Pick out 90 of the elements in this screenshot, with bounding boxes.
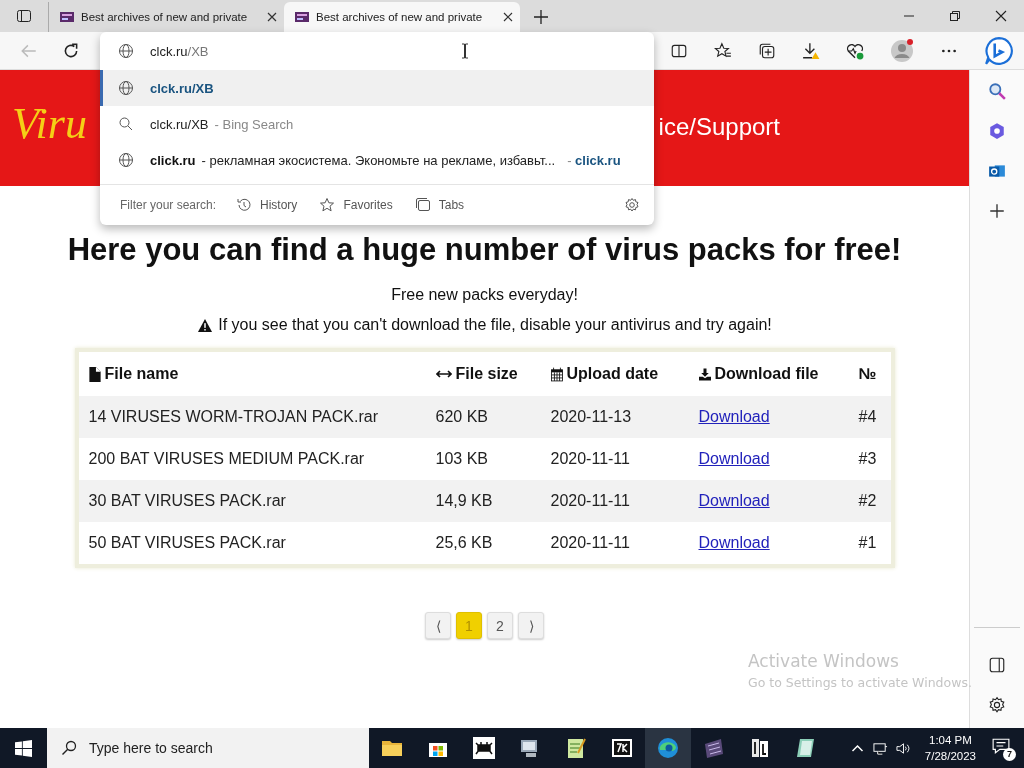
nav-link[interactable]: ice/Support xyxy=(658,113,780,141)
subheading: Free new packs everyday! xyxy=(391,286,578,304)
suggestion-item[interactable]: clck.ru/XB xyxy=(100,70,654,106)
mail-icon[interactable] xyxy=(988,162,1006,180)
search-icon xyxy=(61,740,77,756)
table-cell: 2020-11-13 xyxy=(550,408,632,426)
download-warning-icon[interactable] xyxy=(802,41,820,60)
settings-icon[interactable] xyxy=(988,696,1006,714)
settings-icon[interactable] xyxy=(624,197,640,213)
column-header: Upload date xyxy=(566,365,659,383)
close-icon[interactable] xyxy=(995,10,1007,22)
tabs-icon xyxy=(414,197,431,213)
network-icon[interactable] xyxy=(872,740,888,756)
site-logo: Viru xyxy=(12,97,87,149)
table-cell: 620 KB xyxy=(435,408,488,426)
table-cell: 200 BAT VIRUSES MEDIUM PACK.rar xyxy=(88,450,365,468)
table-cell: 2020-11-11 xyxy=(550,534,630,552)
favorites-icon[interactable] xyxy=(714,41,732,60)
next-page-button[interactable]: ⟩ xyxy=(518,612,544,639)
filter-option[interactable]: History xyxy=(236,197,298,213)
clock-time[interactable]: 1:04 PM xyxy=(929,732,972,748)
table-cell: #3 xyxy=(858,450,877,468)
reload-icon[interactable] xyxy=(62,41,80,60)
warning-text: If you see that you can't download the file, disable your antivirus and try again! xyxy=(218,316,772,334)
activation-text: Go to Settings to activate Windows. xyxy=(748,675,972,690)
text-cursor-icon xyxy=(460,43,469,59)
suggestion-item[interactable]: click.ru - рекламная экосистема. Экономьте на рекламе, избавьт... - click.ru xyxy=(100,142,654,178)
history-icon xyxy=(236,197,253,213)
table-cell: #2 xyxy=(858,492,877,510)
chat-icon[interactable] xyxy=(984,35,1014,66)
favicon-icon xyxy=(294,9,310,25)
globe-icon xyxy=(118,152,134,168)
tab-actions-icon[interactable] xyxy=(16,8,32,24)
download-link[interactable]: Download xyxy=(698,492,770,510)
search-icon[interactable] xyxy=(988,82,1006,100)
table-cell: 2020-11-11 xyxy=(550,492,630,510)
activation-title: Activate Windows xyxy=(748,651,900,671)
notifications-icon[interactable] xyxy=(992,737,1010,755)
filter-option[interactable]: Tabs xyxy=(414,197,465,213)
clock-date[interactable]: 7/28/2023 xyxy=(924,748,976,764)
table-cell: #4 xyxy=(858,408,877,426)
globe-icon xyxy=(118,80,134,96)
download-link[interactable]: Download xyxy=(698,534,770,552)
star-icon xyxy=(319,197,336,213)
notification-count-badge: 7 xyxy=(1003,748,1016,761)
download-link[interactable]: Download xyxy=(698,408,770,426)
table-cell: 50 BAT VIRUSES PACK.rar xyxy=(88,534,286,552)
sidebar-toggle-icon[interactable] xyxy=(988,656,1006,674)
table-cell: 2020-11-11 xyxy=(550,450,630,468)
filter-option[interactable]: Favorites xyxy=(319,197,393,213)
table-cell: 14 VIRUSES WORM-TROJAN PACK.rar xyxy=(88,408,378,426)
download-icon xyxy=(698,366,711,382)
taskbar-search-field[interactable]: Type here to search xyxy=(47,728,369,768)
add-icon[interactable] xyxy=(988,202,1006,220)
start-icon[interactable] xyxy=(15,739,32,757)
globe-icon xyxy=(118,43,134,59)
table-cell: #1 xyxy=(858,534,877,552)
search-icon xyxy=(118,116,134,132)
column-header: № xyxy=(858,365,877,383)
warning-icon xyxy=(197,317,214,333)
download-link[interactable]: Download xyxy=(698,450,770,468)
bug-icon[interactable] xyxy=(472,736,496,760)
filter-label: Filter your search: xyxy=(120,198,217,212)
column-header: File size xyxy=(455,365,518,383)
volume-icon[interactable] xyxy=(895,740,911,756)
new-tab-icon[interactable] xyxy=(534,10,548,24)
archive-icon[interactable] xyxy=(610,736,634,760)
calendar-icon xyxy=(550,366,563,382)
browser-tab[interactable]: Best archives of new and private xyxy=(284,2,520,32)
restore-icon[interactable] xyxy=(949,10,961,22)
collections-icon[interactable] xyxy=(758,41,776,60)
hexagon-logo-icon[interactable] xyxy=(988,122,1006,140)
suggestion-item[interactable]: clck.ru/XB - Bing Search xyxy=(100,106,654,142)
horizontal-arrows-icon xyxy=(435,369,452,379)
table-cell: 14,9 KB xyxy=(435,492,493,510)
table-cell: 30 BAT VIRUSES PACK.rar xyxy=(88,492,286,510)
browser-icon[interactable] xyxy=(656,736,680,760)
column-header: File name xyxy=(104,365,179,383)
favicon-icon xyxy=(59,9,75,25)
page-button[interactable]: 2 xyxy=(487,612,513,639)
table-cell: 25,6 KB xyxy=(435,534,493,552)
file-icon xyxy=(88,366,101,382)
profile-avatar-icon[interactable] xyxy=(890,38,914,63)
close-icon[interactable] xyxy=(503,12,513,22)
heart-pulse-icon[interactable] xyxy=(846,41,864,60)
column-header: Download file xyxy=(714,365,819,383)
page-heading: Here you can find a huge number of virus packs for free! xyxy=(67,232,902,268)
previous-page-button[interactable]: ⟨ xyxy=(425,612,451,639)
table-cell: 103 KB xyxy=(435,450,488,468)
close-icon[interactable] xyxy=(267,12,277,22)
